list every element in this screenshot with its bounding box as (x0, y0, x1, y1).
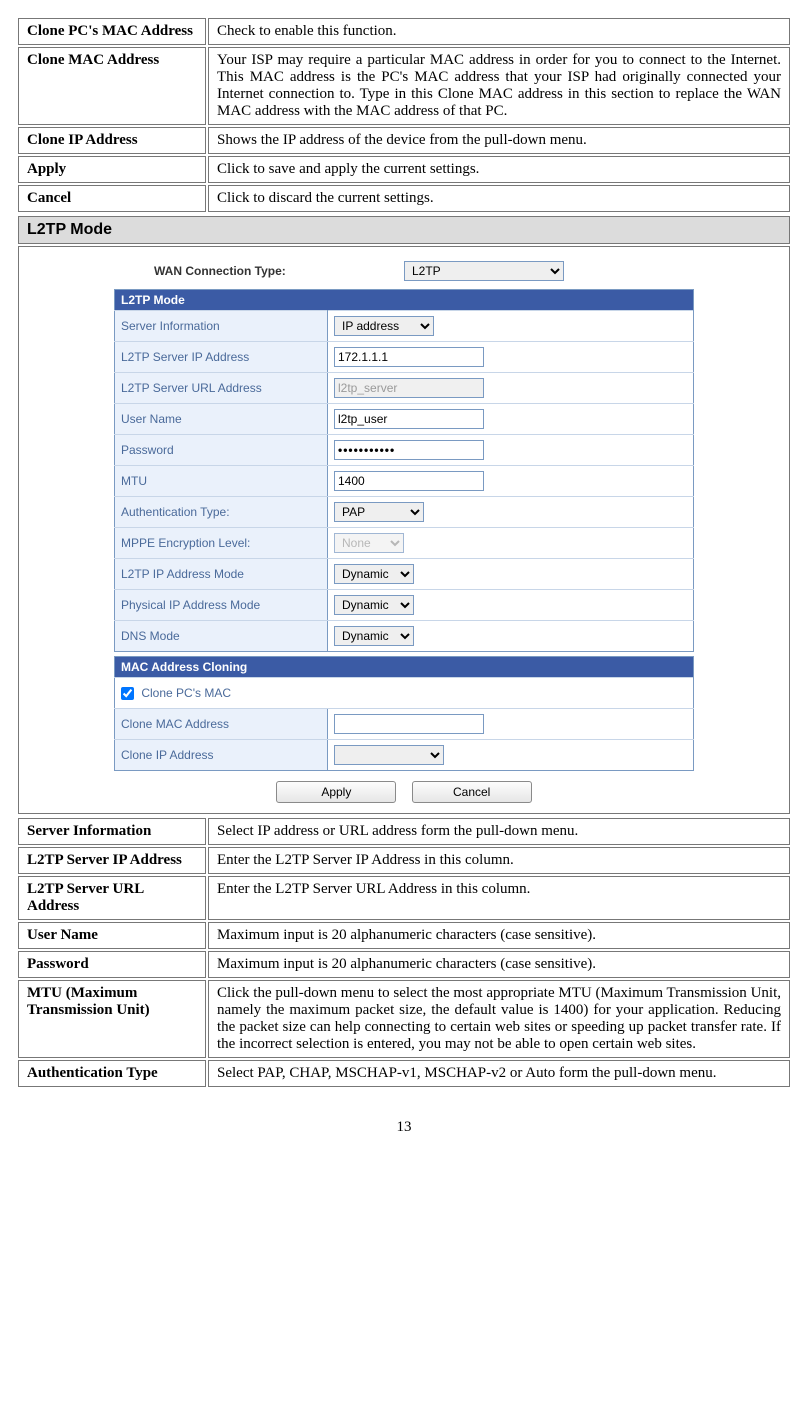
row-val: Enter the L2TP Server IP Address in this… (208, 847, 790, 874)
password-input[interactable] (334, 440, 484, 460)
row-val: Maximum input is 20 alphanumeric charact… (208, 922, 790, 949)
row-val: Click to discard the current settings. (208, 185, 790, 212)
physical-ip-mode-select[interactable]: Dynamic (334, 595, 414, 615)
config-screenshot: WAN Connection Type: L2TP L2TP Mode Serv… (18, 246, 790, 814)
cancel-button[interactable]: Cancel (412, 781, 532, 803)
row-key: MTU (Maximum Transmission Unit) (18, 980, 206, 1058)
l2tp-server-ip-input[interactable] (334, 347, 484, 367)
auth-type-select[interactable]: PAP (334, 502, 424, 522)
user-name-input[interactable] (334, 409, 484, 429)
apply-button[interactable]: Apply (276, 781, 396, 803)
row-key: Clone IP Address (18, 127, 206, 154)
row-val: Enter the L2TP Server URL Address in thi… (208, 876, 790, 920)
section-header-l2tp-mode: L2TP Mode (18, 216, 790, 244)
server-info-label: Server Information (115, 311, 328, 342)
mtu-input[interactable] (334, 471, 484, 491)
row-key: Apply (18, 156, 206, 183)
wan-connection-type-select[interactable]: L2TP (404, 261, 564, 281)
row-val: Select PAP, CHAP, MSCHAP-v1, MSCHAP-v2 o… (208, 1060, 790, 1087)
auth-type-label: Authentication Type: (115, 497, 328, 528)
server-info-select[interactable]: IP address (334, 316, 434, 336)
l2tp-server-url-input (334, 378, 484, 398)
wan-connection-type-label: WAN Connection Type: (154, 264, 404, 278)
row-key: Password (18, 951, 206, 978)
user-name-label: User Name (115, 404, 328, 435)
row-key: User Name (18, 922, 206, 949)
mac-cloning-table: Clone PC's MAC Clone MAC Address Clone I… (114, 677, 694, 771)
row-key: L2TP Server URL Address (18, 876, 206, 920)
mppe-label: MPPE Encryption Level: (115, 528, 328, 559)
row-key: Clone MAC Address (18, 47, 206, 125)
clone-pc-mac-label: Clone PC's MAC (141, 686, 231, 700)
bottom-description-table: Server InformationSelect IP address or U… (16, 816, 792, 1089)
row-val: Your ISP may require a particular MAC ad… (208, 47, 790, 125)
l2tp-ip-mode-label: L2TP IP Address Mode (115, 559, 328, 590)
dns-mode-label: DNS Mode (115, 621, 328, 652)
row-val: Maximum input is 20 alphanumeric charact… (208, 951, 790, 978)
l2tp-form-table: Server Information IP address L2TP Serve… (114, 310, 694, 652)
row-key: Authentication Type (18, 1060, 206, 1087)
l2tp-server-url-label: L2TP Server URL Address (115, 373, 328, 404)
row-val: Check to enable this function. (208, 18, 790, 45)
clone-pc-mac-row: Clone PC's MAC (115, 678, 694, 709)
row-val: Select IP address or URL address form th… (208, 818, 790, 845)
row-val: Click to save and apply the current sett… (208, 156, 790, 183)
clone-pc-mac-checkbox[interactable] (121, 687, 134, 700)
row-key: Clone PC's MAC Address (18, 18, 206, 45)
l2tp-server-ip-label: L2TP Server IP Address (115, 342, 328, 373)
l2tp-mode-header: L2TP Mode (114, 289, 694, 310)
mac-cloning-header: MAC Address Cloning (114, 656, 694, 677)
dns-mode-select[interactable]: Dynamic (334, 626, 414, 646)
clone-ip-address-select[interactable] (334, 745, 444, 765)
row-key: Cancel (18, 185, 206, 212)
physical-ip-mode-label: Physical IP Address Mode (115, 590, 328, 621)
password-label: Password (115, 435, 328, 466)
row-val: Shows the IP address of the device from … (208, 127, 790, 154)
clone-mac-address-input[interactable] (334, 714, 484, 734)
mppe-select: None (334, 533, 404, 553)
clone-mac-address-label: Clone MAC Address (115, 709, 328, 740)
top-description-table: Clone PC's MAC AddressCheck to enable th… (16, 16, 792, 214)
clone-ip-address-label: Clone IP Address (115, 740, 328, 771)
l2tp-ip-mode-select[interactable]: Dynamic (334, 564, 414, 584)
row-key: L2TP Server IP Address (18, 847, 206, 874)
mtu-label: MTU (115, 466, 328, 497)
row-key: Server Information (18, 818, 206, 845)
page-number: 13 (16, 1119, 792, 1136)
row-val: Click the pull-down menu to select the m… (208, 980, 790, 1058)
